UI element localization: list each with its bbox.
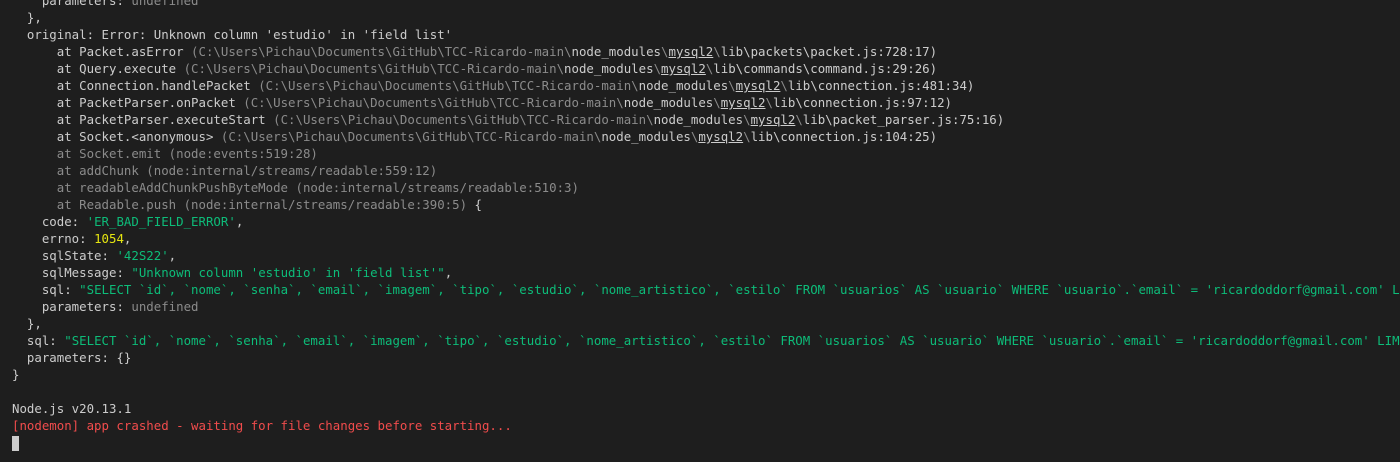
stack-frame: at Socket.<anonymous> (C:\Users\Pichau\D… xyxy=(56,129,938,144)
terminal-line-parameters-top: parameters: undefined xyxy=(41,0,199,8)
terminal-output[interactable]: parameters: undefined }, original: Error… xyxy=(0,0,1400,454)
stack-frame: at Packet.asError (C:\Users\Pichau\Docum… xyxy=(56,44,938,59)
error-sqlstate: sqlState: '42S22', xyxy=(41,248,177,263)
stack-frame: at PacketParser.onPacket (C:\Users\Picha… xyxy=(56,95,952,110)
terminal-line-close-brace: }, xyxy=(26,10,42,25)
terminal-line-original-error: original: Error: Unknown column 'estudio… xyxy=(26,27,453,42)
error-parameters-inner: parameters: undefined xyxy=(41,299,199,314)
stack-frame: at PacketParser.executeStart (C:\Users\P… xyxy=(56,112,1005,127)
stack-frame-internal: at addChunk (node:internal/streams/reada… xyxy=(56,163,438,178)
terminal-prompt[interactable] xyxy=(12,434,1400,451)
stack-frame: at Connection.handlePacket (C:\Users\Pic… xyxy=(56,78,975,93)
error-sql-inner: sql: "SELECT `id`, `nome`, `senha`, `ema… xyxy=(41,282,1400,297)
terminal-line-close-brace: } xyxy=(12,367,20,382)
error-code: code: 'ER_BAD_FIELD_ERROR', xyxy=(41,214,244,229)
error-parameters-outer: parameters: {} xyxy=(26,350,132,365)
error-sqlmessage: sqlMessage: "Unknown column 'estudio' in… xyxy=(41,265,453,280)
terminal-cursor xyxy=(12,436,19,451)
nodemon-crash-message: [nodemon] app crashed - waiting for file… xyxy=(12,418,512,433)
stack-frame-internal: at Readable.push (node:internal/streams/… xyxy=(56,197,482,212)
stack-frame-internal: at readableAddChunkPushByteMode (node:in… xyxy=(56,180,579,195)
terminal-line-close-brace: }, xyxy=(26,316,42,331)
node-version: Node.js v20.13.1 xyxy=(12,401,132,416)
error-sql-outer: sql: "SELECT `id`, `nome`, `senha`, `ema… xyxy=(26,333,1400,348)
stack-frame-internal: at Socket.emit (node:events:519:28) xyxy=(56,146,318,161)
error-errno: errno: 1054, xyxy=(41,231,132,246)
stack-frame: at Query.execute (C:\Users\Pichau\Docume… xyxy=(56,61,938,76)
